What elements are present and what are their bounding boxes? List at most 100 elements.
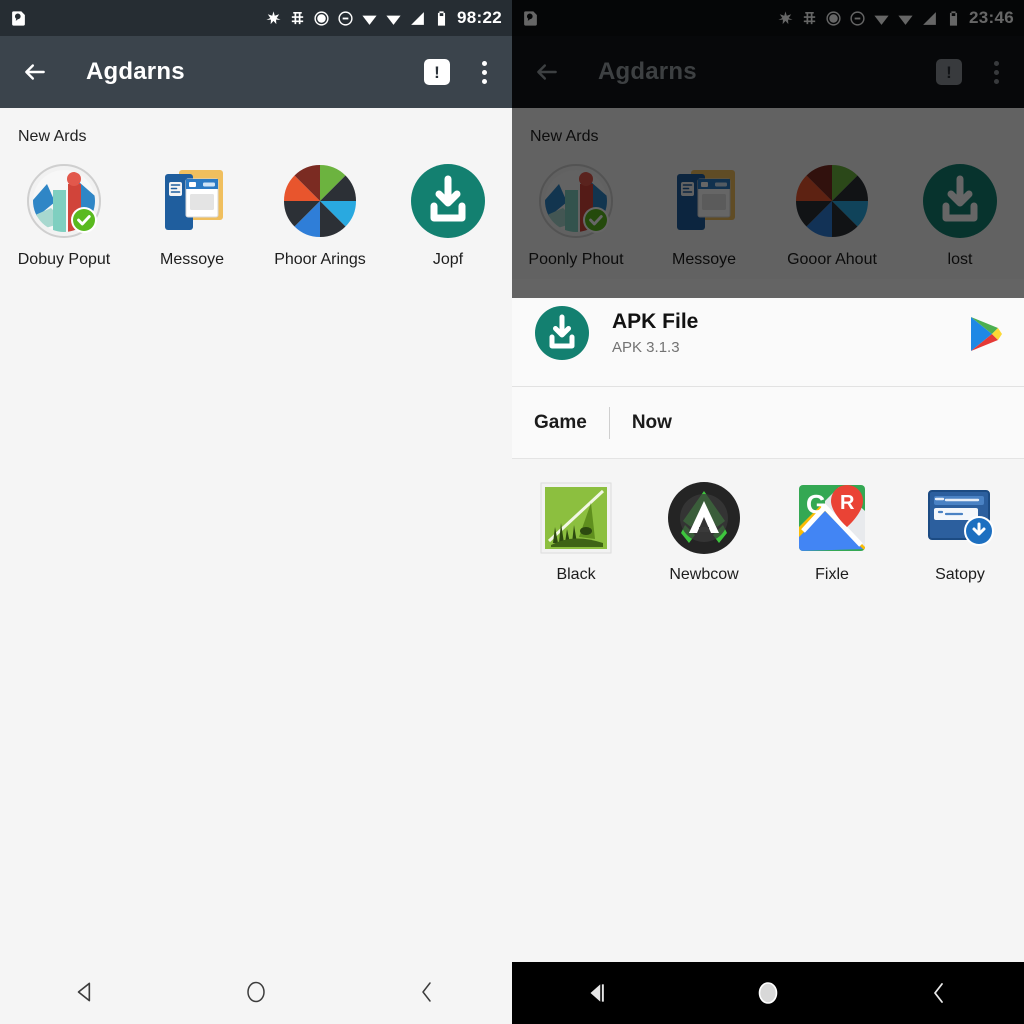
status-bar-right-icons: 98:22 bbox=[265, 8, 502, 28]
alert-label: ! bbox=[946, 62, 952, 82]
section-label: New Ards bbox=[18, 128, 87, 145]
alarm-icon bbox=[826, 10, 841, 26]
app-item-dobuy-poput[interactable]: Dobuy Poput bbox=[0, 162, 128, 269]
dnd-icon bbox=[850, 10, 865, 26]
dual-phone-screenshot: 98:22 Agdarns ! New Ards Dobuy Poput Mes… bbox=[0, 0, 1024, 1024]
app-item-jopf[interactable]: Jopf bbox=[384, 162, 512, 269]
message-icon bbox=[524, 10, 537, 26]
nav-home-circle-icon bbox=[758, 982, 778, 1004]
wifi-2-icon bbox=[898, 15, 913, 25]
asterisk-icon bbox=[266, 10, 281, 24]
navigation-bar bbox=[512, 962, 1024, 1024]
kebab-dot bbox=[481, 60, 487, 66]
nav-recents-chevron-icon bbox=[933, 983, 943, 1003]
wifi-icon bbox=[362, 15, 377, 25]
status-bar-left-icons bbox=[10, 10, 27, 27]
windows-stack-icon bbox=[665, 162, 743, 240]
nav-home-button[interactable] bbox=[738, 971, 798, 1015]
svg-text:G: G bbox=[806, 489, 826, 519]
alert-button[interactable]: ! bbox=[424, 59, 450, 85]
alert-button[interactable]: ! bbox=[936, 59, 962, 85]
app-bar-actions: ! bbox=[424, 59, 494, 85]
play-store-icon[interactable] bbox=[968, 315, 1002, 351]
app-item-lost[interactable]: lost bbox=[896, 162, 1024, 269]
tab-divider bbox=[608, 406, 610, 439]
status-bar-right-icons: 23:46 bbox=[777, 8, 1014, 28]
left-content: New Ards Dobuy Poput Messoye Phoor Aring… bbox=[0, 108, 512, 1024]
apk-text-block: APK File APK 3.1.3 bbox=[612, 309, 698, 355]
right-content: New Ards Poonly Phout Messoye Gooor Ahou… bbox=[512, 0, 1024, 962]
back-button[interactable] bbox=[18, 55, 52, 89]
app-item-poonly-phout[interactable]: Poonly Phout bbox=[512, 162, 640, 269]
download-circle-icon bbox=[534, 305, 590, 361]
nav-back-button[interactable] bbox=[567, 971, 627, 1015]
right-phone-panel: 23:46 Agdarns ! New Ards Poonly Phout Me… bbox=[512, 0, 1024, 1024]
status-bar-clock: 98:22 bbox=[457, 8, 502, 27]
tab-game[interactable]: Game bbox=[534, 412, 587, 434]
app-item-gooor-ahout[interactable]: Gooor Ahout bbox=[768, 162, 896, 269]
nav-recents-chevron-icon bbox=[421, 982, 431, 1002]
app-grid: Poonly Phout Messoye Gooor Ahout lost bbox=[512, 146, 1024, 279]
chooser-tabs: Game Now bbox=[512, 387, 1024, 459]
nav-recents-button[interactable] bbox=[397, 970, 457, 1014]
app-item-messoye[interactable]: Messoye bbox=[640, 162, 768, 269]
overflow-menu-button[interactable] bbox=[474, 60, 494, 84]
back-arrow-icon bbox=[25, 64, 45, 80]
left-phone-panel: 98:22 Agdarns ! New Ards Dobuy Poput Mes… bbox=[0, 0, 512, 1024]
nav-back-triangle-icon bbox=[590, 984, 605, 1002]
kebab-dot bbox=[481, 69, 487, 75]
app-bar-actions: ! bbox=[936, 59, 1006, 85]
chooser-item-black[interactable]: Black bbox=[512, 481, 640, 584]
apk-file-row[interactable]: APK File APK 3.1.3 bbox=[512, 279, 1024, 387]
app-item-messoye[interactable]: Messoye bbox=[128, 162, 256, 269]
chart-badge-icon bbox=[25, 162, 103, 240]
page-title: Agdarns bbox=[86, 58, 185, 85]
page-title: Agdarns bbox=[598, 58, 697, 85]
overflow-menu-button[interactable] bbox=[986, 60, 1006, 84]
status-bar-clock: 23:46 bbox=[969, 8, 1014, 27]
back-arrow-icon bbox=[537, 64, 557, 80]
download-circle-icon bbox=[409, 162, 487, 240]
back-button[interactable] bbox=[530, 55, 564, 89]
chooser-item-newbcow[interactable]: Newbcow bbox=[640, 481, 768, 584]
app-label: Black bbox=[556, 566, 596, 583]
app-grid: Dobuy Poput Messoye Phoor Arings Jopf bbox=[0, 146, 512, 279]
app-label: Dobuy Poput bbox=[17, 251, 111, 268]
nav-recents-button[interactable] bbox=[909, 971, 969, 1015]
blue-window-download-icon bbox=[923, 481, 997, 555]
kebab-dot bbox=[993, 69, 999, 75]
app-label: Jopf bbox=[432, 251, 464, 268]
tab-now[interactable]: Now bbox=[632, 412, 672, 434]
app-label: Phoor Arings bbox=[274, 251, 366, 268]
navigation-bar bbox=[0, 960, 512, 1024]
app-bar: Agdarns ! bbox=[0, 36, 512, 108]
app-label: Gooor Ahout bbox=[787, 251, 877, 268]
app-item-phoor-arings[interactable]: Phoor Arings bbox=[256, 162, 384, 269]
dnd-icon bbox=[338, 10, 353, 26]
app-label: lost bbox=[947, 251, 973, 268]
windows-stack-icon bbox=[153, 162, 231, 240]
alert-label: ! bbox=[434, 62, 440, 82]
chooser-item-fixle[interactable]: G R Fixle bbox=[768, 481, 896, 584]
status-bar-left-icons bbox=[522, 10, 539, 27]
chooser-item-satopy[interactable]: Satopy bbox=[896, 481, 1024, 584]
nav-back-button[interactable] bbox=[55, 970, 115, 1014]
app-label: Messoye bbox=[159, 251, 225, 268]
kebab-dot bbox=[993, 60, 999, 66]
alarm-icon bbox=[314, 10, 329, 26]
nav-home-button[interactable] bbox=[226, 970, 286, 1014]
status-bar: 98:22 bbox=[0, 0, 512, 36]
app-label: Newbcow bbox=[669, 566, 739, 583]
kebab-dot bbox=[481, 78, 487, 84]
wifi-icon bbox=[874, 15, 889, 25]
apk-subtitle: APK 3.1.3 bbox=[612, 338, 680, 356]
app-label: Poonly Phout bbox=[528, 251, 624, 268]
nav-home-circle-icon bbox=[247, 981, 265, 1003]
signal-icon bbox=[411, 11, 424, 25]
dark-circle-arrow-icon bbox=[667, 481, 741, 555]
hash-icon bbox=[803, 11, 816, 24]
chooser-app-grid: Black Newbcow G R Fixle Satopy bbox=[512, 459, 1024, 594]
signal-icon bbox=[923, 11, 936, 25]
app-label: Satopy bbox=[935, 566, 985, 583]
message-icon bbox=[12, 10, 25, 26]
